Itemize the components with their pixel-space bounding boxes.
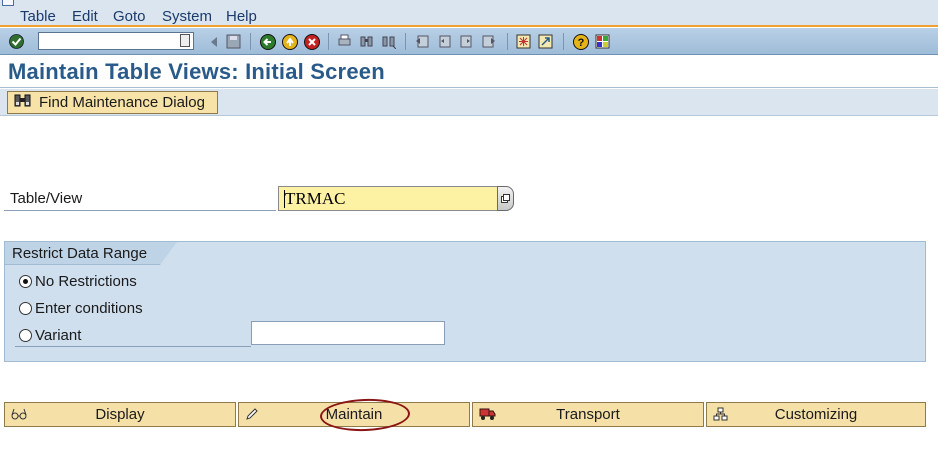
radio-button[interactable] bbox=[19, 329, 32, 342]
transport-label: Transport bbox=[556, 406, 620, 423]
radio-variant-label: Variant bbox=[35, 327, 82, 344]
exit-icon[interactable] bbox=[281, 33, 298, 50]
radio-button-checked[interactable] bbox=[19, 275, 32, 288]
previous-page-icon[interactable] bbox=[436, 33, 453, 50]
customizing-button[interactable]: Customizing bbox=[706, 402, 926, 427]
find-maintenance-dialog-label: Find Maintenance Dialog bbox=[39, 94, 205, 111]
back-arrow-small-icon[interactable] bbox=[205, 33, 222, 50]
print-icon[interactable] bbox=[336, 33, 353, 50]
radio-enter-conditions-label: Enter conditions bbox=[35, 300, 143, 317]
truck-icon bbox=[479, 407, 496, 425]
layout-menu-icon[interactable] bbox=[594, 33, 611, 50]
title-bar: Maintain Table Views: Initial Screen bbox=[0, 56, 938, 88]
svg-text:?: ? bbox=[577, 37, 584, 49]
display-button[interactable]: Display bbox=[4, 402, 236, 427]
menu-help[interactable]: Help bbox=[226, 8, 257, 26]
find-next-icon[interactable] bbox=[380, 33, 397, 50]
value-help-button[interactable] bbox=[497, 186, 514, 211]
customizing-label: Customizing bbox=[774, 406, 858, 423]
help-icon[interactable]: ? bbox=[572, 33, 589, 50]
standard-toolbar: ? bbox=[0, 28, 938, 55]
pencil-icon bbox=[245, 407, 259, 425]
menu-table[interactable]: Table bbox=[20, 8, 56, 26]
first-page-icon[interactable] bbox=[414, 33, 431, 50]
cancel-icon[interactable] bbox=[303, 33, 320, 50]
menu-system[interactable]: System bbox=[162, 8, 212, 26]
binoculars-icon bbox=[14, 93, 31, 112]
command-history-icon[interactable] bbox=[180, 34, 190, 47]
table-view-label: Table/View bbox=[4, 189, 276, 211]
menu-edit[interactable]: Edit bbox=[72, 8, 98, 26]
radio-variant[interactable]: Variant bbox=[19, 327, 81, 344]
radio-no-restrictions-label: No Restrictions bbox=[35, 273, 137, 290]
save-icon[interactable] bbox=[225, 33, 242, 50]
radio-button[interactable] bbox=[19, 302, 32, 315]
text-cursor bbox=[284, 190, 285, 208]
table-view-value: TRMAC bbox=[285, 189, 346, 208]
enter-checkmark-icon[interactable] bbox=[8, 33, 25, 50]
find-maintenance-dialog-button[interactable]: Find Maintenance Dialog bbox=[7, 91, 218, 114]
glasses-icon bbox=[11, 407, 27, 425]
page-title: Maintain Table Views: Initial Screen bbox=[8, 59, 385, 84]
table-view-input[interactable]: TRMAC bbox=[278, 186, 498, 211]
variant-label-underline bbox=[15, 346, 251, 347]
create-session-icon[interactable] bbox=[515, 33, 532, 50]
back-icon[interactable] bbox=[259, 33, 276, 50]
display-label: Display bbox=[95, 406, 145, 423]
restrict-data-range-group: Restrict Data Range No Restrictions Ente… bbox=[4, 241, 926, 362]
find-icon[interactable] bbox=[358, 33, 375, 50]
transport-button[interactable]: Transport bbox=[472, 402, 704, 427]
radio-enter-conditions[interactable]: Enter conditions bbox=[19, 300, 143, 317]
application-toolbar: Find Maintenance Dialog bbox=[0, 89, 938, 116]
system-menu-icon[interactable] bbox=[2, 0, 14, 6]
restrict-data-range-title: Restrict Data Range bbox=[5, 242, 177, 265]
next-page-icon[interactable] bbox=[458, 33, 475, 50]
last-page-icon[interactable] bbox=[480, 33, 497, 50]
variant-input[interactable] bbox=[251, 321, 445, 345]
command-field[interactable] bbox=[38, 32, 194, 50]
value-help-icon bbox=[501, 194, 510, 203]
menu-bar: Table Edit Goto System Help bbox=[0, 0, 938, 27]
menu-goto[interactable]: Goto bbox=[113, 8, 146, 26]
radio-no-restrictions[interactable]: No Restrictions bbox=[19, 273, 137, 290]
hierarchy-icon bbox=[713, 407, 728, 425]
shortcut-icon[interactable] bbox=[537, 33, 554, 50]
